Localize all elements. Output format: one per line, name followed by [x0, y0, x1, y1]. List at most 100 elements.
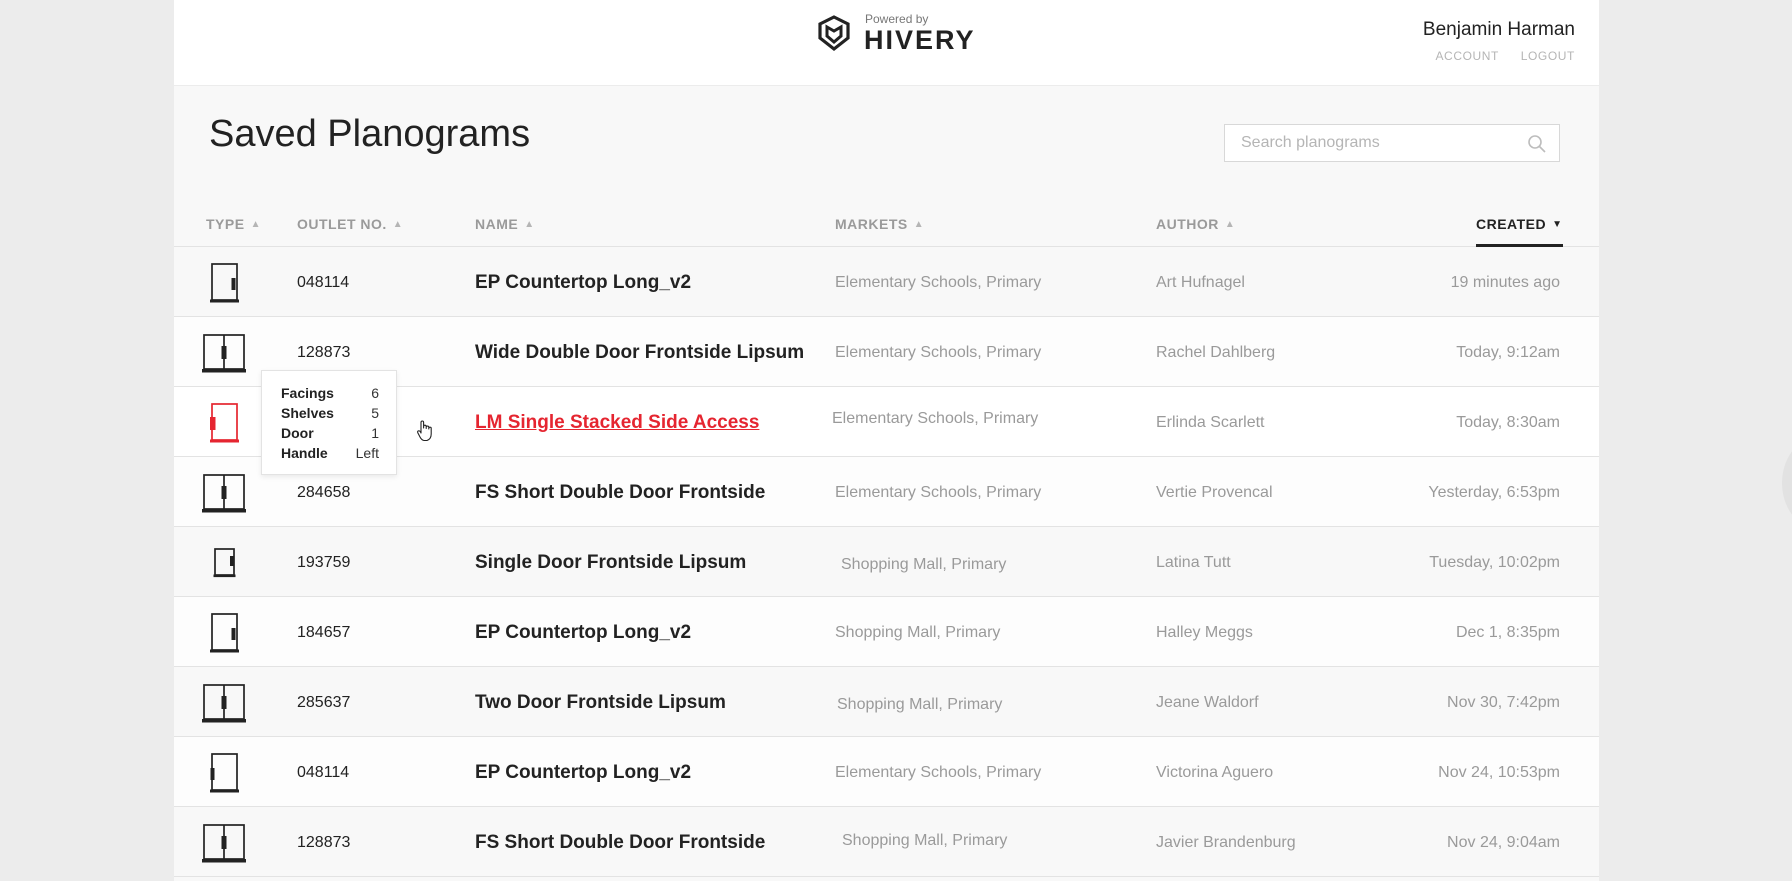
table-row[interactable]: 128873 FS Short Double Door Frontside Shop…	[174, 807, 1599, 877]
author-text: Art Hufnagel	[1156, 274, 1245, 291]
markets-text: Elementary Schools, Primary	[835, 484, 1042, 501]
column-header-name[interactable]: NAME ▲	[475, 216, 535, 232]
column-header-markets[interactable]: MARKETS ▲	[835, 216, 924, 232]
tooltip-row-door: Door 1	[281, 425, 379, 445]
column-header-created[interactable]: CREATED ▼	[1476, 216, 1563, 247]
markets-text: Elementary Schools, Primary	[835, 274, 1042, 291]
created-text: Nov 30, 7:42pm	[1447, 694, 1560, 711]
outlet-number: 128873	[297, 344, 351, 361]
sort-up-icon: ▲	[524, 219, 535, 230]
sort-up-icon: ▲	[250, 219, 261, 230]
header: Powered by HIVERY Benjamin Harman ACCOUN…	[174, 0, 1599, 86]
column-header-author-label: AUTHOR	[1156, 216, 1219, 232]
planogram-name-link[interactable]: Wide Double Door Frontside Lipsum	[475, 342, 804, 364]
author-text: Latina Tutt	[1156, 554, 1231, 571]
planogram-name-link[interactable]: FS Short Double Door Frontside	[475, 832, 765, 854]
created-text: Dec 1, 8:35pm	[1455, 624, 1560, 641]
author-text: Javier Brandenburg	[1156, 834, 1296, 851]
single-door-left-icon[interactable]	[202, 403, 246, 443]
planogram-tooltip: Facings 6 Shelves 5 Door 1 Handle Left	[261, 370, 397, 475]
page-title: Saved Planograms	[209, 113, 531, 155]
markets-text: Elementary Schools, Primary	[835, 764, 1042, 781]
column-header-type-label: TYPE	[206, 216, 245, 232]
tooltip-handle-value: Left	[355, 445, 379, 461]
sort-up-icon: ▲	[392, 219, 404, 230]
created-text: Nov 24, 9:04am	[1447, 834, 1560, 851]
column-header-type[interactable]: TYPE ▲	[206, 216, 261, 232]
outlet-number: 284658	[297, 484, 351, 501]
countertop-right-icon[interactable]	[202, 613, 246, 653]
sort-up-icon: ▲	[1224, 219, 1236, 230]
created-text: Nov 24, 10:53pm	[1438, 764, 1560, 781]
search-icon[interactable]	[1527, 134, 1547, 154]
markets-text: Shopping Mall, Primary	[835, 624, 1001, 641]
author-text: Vertie Provencal	[1156, 484, 1273, 501]
planogram-name-link[interactable]: EP Countertop Long_v2	[475, 762, 691, 784]
countertop-left-icon[interactable]	[202, 753, 246, 793]
author-text: Rachel Dahlberg	[1156, 344, 1276, 361]
brand-logo: Powered by HIVERY	[815, 12, 975, 55]
tooltip-handle-label: Handle	[281, 445, 328, 461]
table-header: TYPE ▲ OUTLET NO. ▲ NAME ▲ MARKETS ▲ AUTHOR ▲…	[174, 200, 1599, 247]
page: Powered by HIVERY Benjamin Harman ACCOUN…	[174, 0, 1599, 881]
created-text: Today, 8:30am	[1456, 414, 1560, 431]
planogram-name-link[interactable]: EP Countertop Long_v2	[475, 622, 691, 644]
double-door-icon[interactable]	[202, 823, 246, 863]
user-menu: Benjamin Harman ACCOUNT LOGOUT	[1417, 19, 1575, 63]
small-door-right-icon[interactable]	[202, 543, 246, 583]
logout-link[interactable]: LOGOUT	[1521, 49, 1575, 63]
author-text: Victorina Aguero	[1156, 764, 1274, 781]
column-header-name-label: NAME	[475, 216, 519, 232]
author-text: Erlinda Scarlett	[1156, 414, 1265, 431]
planogram-name-link[interactable]: Two Door Frontside Lipsum	[475, 692, 726, 714]
planogram-name-link[interactable]: LM Single Stacked Side Access	[475, 412, 759, 434]
user-name: Benjamin Harman	[1422, 19, 1575, 40]
double-door-icon[interactable]	[202, 683, 246, 723]
planogram-name-link[interactable]: EP Countertop Long_v2	[475, 272, 691, 294]
brand-name: HIVERY	[864, 25, 976, 55]
account-link[interactable]: ACCOUNT	[1435, 49, 1498, 63]
tooltip-shelves-label: Shelves	[281, 405, 334, 421]
double-door-icon[interactable]	[202, 473, 246, 513]
tooltip-facings-label: Facings	[281, 385, 334, 401]
tooltip-row-facings: Facings 6	[281, 385, 379, 405]
column-header-outlet[interactable]: OUTLET NO. ▲	[297, 216, 403, 232]
column-header-author[interactable]: AUTHOR ▲	[1156, 216, 1235, 232]
outlet-number: 048114	[297, 764, 350, 781]
tooltip-row-shelves: Shelves 5	[281, 405, 379, 425]
table-row[interactable]: 048114 EP Countertop Long_v2 Elementary Sc…	[174, 737, 1599, 807]
outlet-number: 048114	[297, 274, 350, 291]
markets-text: Elementary Schools, Primary	[832, 410, 1039, 427]
table-row[interactable]: 285637 Two Door Frontside Lipsum Shopping …	[174, 667, 1599, 737]
author-text: Jeane Waldorf	[1156, 694, 1259, 711]
markets-text: Shopping Mall, Primary	[841, 556, 1007, 573]
markets-text: Elementary Schools, Primary	[835, 344, 1042, 361]
created-text: 19 minutes ago	[1450, 274, 1560, 291]
created-text: Today, 9:12am	[1456, 344, 1560, 361]
outlet-number: 193759	[297, 554, 351, 571]
outlet-number: 128873	[297, 834, 351, 851]
sort-down-icon: ▼	[1552, 219, 1563, 230]
planogram-name-link[interactable]: FS Short Double Door Frontside	[475, 482, 765, 504]
column-header-outlet-label: OUTLET NO.	[297, 216, 387, 232]
table-row[interactable]: 048114 EP Countertop Long_v2 Elementary Sc…	[174, 247, 1599, 317]
planogram-name-link[interactable]: Single Door Frontside Lipsum	[475, 552, 746, 574]
user-links: ACCOUNT LOGOUT	[1417, 49, 1575, 63]
table-row[interactable]: 193759 Single Door Frontside Lipsum Shoppi…	[174, 527, 1599, 597]
tooltip-row-handle: Handle Left	[281, 445, 379, 465]
column-header-markets-label: MARKETS	[835, 216, 908, 232]
powered-by-label: Powered by	[865, 12, 929, 26]
markets-text: Shopping Mall, Primary	[842, 832, 1008, 849]
hivery-logo-icon	[818, 15, 850, 52]
hand-cursor-icon	[417, 420, 432, 442]
search-input[interactable]	[1225, 125, 1515, 161]
table-row[interactable]: 184657 EP Countertop Long_v2 Shopping Mall…	[174, 597, 1599, 667]
countertop-right-icon[interactable]	[202, 263, 246, 303]
side-handle[interactable]	[1782, 438, 1792, 528]
markets-text: Shopping Mall, Primary	[837, 696, 1003, 713]
author-text: Halley Meggs	[1156, 624, 1253, 641]
search-box	[1224, 124, 1560, 162]
column-header-created-label: CREATED	[1476, 216, 1547, 232]
tooltip-door-value: 1	[371, 425, 379, 441]
double-door-icon[interactable]	[202, 333, 246, 373]
